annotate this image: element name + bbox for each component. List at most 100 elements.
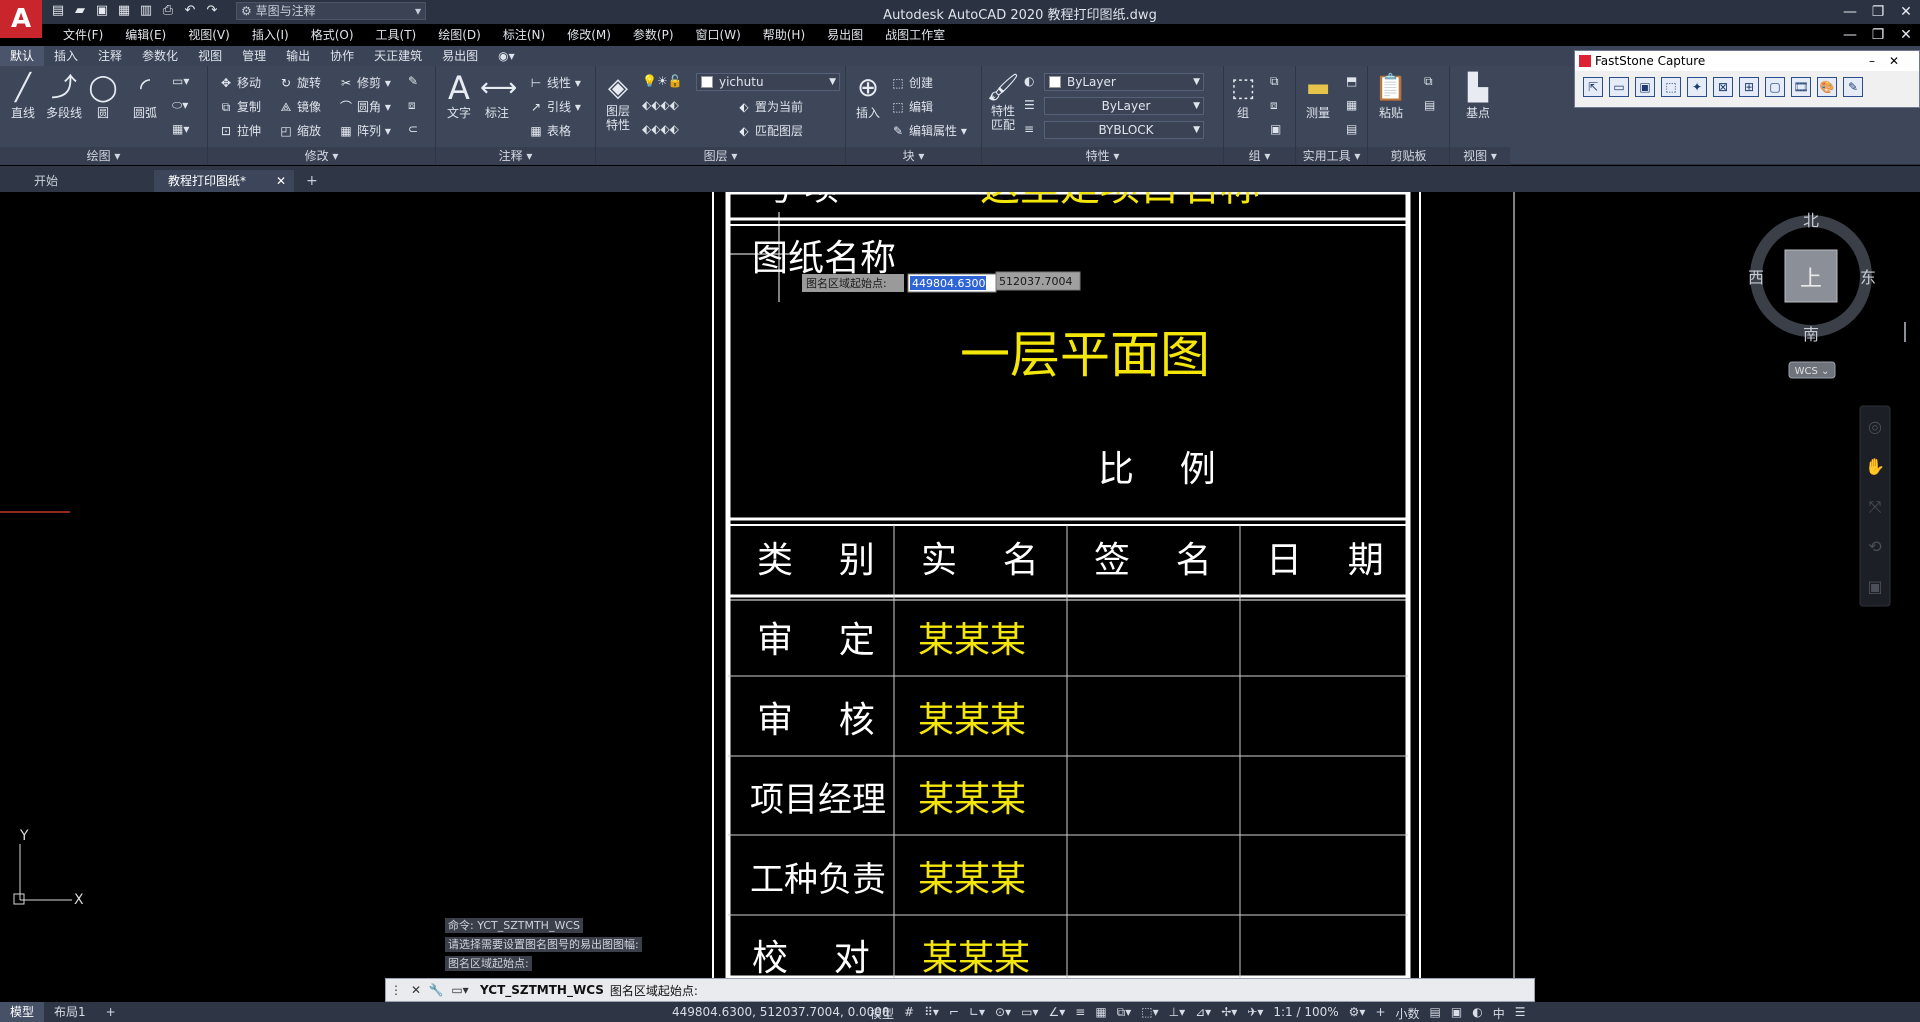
layer-tools-icons[interactable]: ⬖⬖⬖⬖ xyxy=(642,98,679,112)
layers-panel-title[interactable]: 图层 ▾ xyxy=(596,147,845,165)
capture-scrolling-icon[interactable]: ⊞ xyxy=(1739,77,1759,97)
gizmo-icon[interactable]: ✢▾ xyxy=(1221,1005,1237,1022)
lineweight-dropdown[interactable]: BYBLOCK ▼ xyxy=(1044,121,1204,139)
annotation-visibility-icon[interactable]: ✈▾ xyxy=(1247,1005,1263,1022)
polar-icon[interactable]: ⊙▾ xyxy=(995,1005,1011,1022)
match-layer-button[interactable]: ⬖ 匹配图层 xyxy=(736,122,803,139)
dimension-button[interactable]: ⟷ 标注 xyxy=(480,72,517,121)
close-button[interactable]: ✕ xyxy=(1892,0,1920,24)
menu-modify[interactable]: 修改(M) xyxy=(556,24,622,46)
leader-button[interactable]: ↗ 引线 ▾ xyxy=(528,98,581,115)
doc-restore-button[interactable]: ❐ xyxy=(1864,24,1892,46)
draw-panel-title[interactable]: 绘图 ▾ xyxy=(0,147,207,165)
units-label[interactable]: 小数 xyxy=(1396,1005,1420,1022)
copy-clip-icon[interactable]: ⧉ xyxy=(1424,74,1433,89)
video-icon[interactable]: ◉▾ xyxy=(488,46,525,66)
tab-start[interactable]: 开始 xyxy=(20,170,140,192)
3d-osnap-icon[interactable]: ⬚▾ xyxy=(1141,1005,1158,1022)
fillet-button[interactable]: ⌒ 圆角 ▾ xyxy=(338,98,391,115)
tab-collaborate[interactable]: 协作 xyxy=(320,46,364,66)
array-button[interactable]: ▦ 阵列 ▾ xyxy=(338,122,391,139)
groups-panel-title[interactable]: 组 ▾ xyxy=(1224,147,1295,165)
ellipse-icon[interactable]: ⬭▾ xyxy=(172,98,188,113)
customize-icon[interactable]: ☰ xyxy=(1515,1005,1526,1022)
menu-yichutu[interactable]: 易出图 xyxy=(816,24,874,46)
steering-wheel-icon[interactable]: ◎ xyxy=(1868,417,1882,436)
cut-icon[interactable]: ▤ xyxy=(1424,98,1435,112)
snap-icon[interactable]: ⠿▾ xyxy=(924,1005,939,1022)
new-tab-button[interactable]: + xyxy=(306,170,318,192)
move-button[interactable]: ✥ 移动 xyxy=(218,74,261,91)
maximize-button[interactable]: ❐ xyxy=(1864,0,1892,24)
command-prompt-icon[interactable]: ▭▾ xyxy=(446,983,474,997)
edit-block-button[interactable]: ⬚ 编辑 xyxy=(890,98,933,115)
mirror-button[interactable]: ⟁ 镜像 xyxy=(278,98,321,115)
explode-icon[interactable]: ⧈ xyxy=(408,98,416,113)
edit-attr-button[interactable]: ✎ 编辑属性 ▾ xyxy=(890,122,967,139)
insert-button[interactable]: ⊕ 插入 xyxy=(850,72,886,121)
orbit-icon[interactable]: ⟲ xyxy=(1868,537,1882,556)
pan-icon[interactable]: ✋ xyxy=(1865,457,1885,476)
group-button[interactable]: ⬚ 组 xyxy=(1228,72,1258,121)
block-panel-title[interactable]: 块 ▾ xyxy=(846,147,981,165)
trim-button[interactable]: ✂ 修剪 ▾ xyxy=(338,74,391,91)
capture-region-icon[interactable]: ⬚ xyxy=(1661,77,1681,97)
linear-button[interactable]: ⊢ 线性 ▾ xyxy=(528,74,581,91)
new-layout-button[interactable]: + xyxy=(96,1002,126,1022)
offset-icon[interactable]: ⊂ xyxy=(408,122,418,136)
capture-freehand-icon[interactable]: ✦ xyxy=(1687,77,1707,97)
tab-current-drawing[interactable]: 教程打印图纸* ✕ xyxy=(154,170,294,192)
stretch-button[interactable]: ⊡ 拉伸 xyxy=(218,122,261,139)
infer-icon[interactable]: ⌐ xyxy=(949,1005,959,1022)
tab-view[interactable]: 视图 xyxy=(188,46,232,66)
transparency-icon[interactable]: ▦ xyxy=(1095,1005,1106,1022)
command-line[interactable]: ⋮ ✕ 🔧 ▭▾ YCT_SZTMTH_WCS 图名区域起始点: xyxy=(385,978,1535,1002)
screen-record-icon[interactable]: 🎞 xyxy=(1791,77,1811,97)
osnap-icon[interactable]: ▭▾ xyxy=(1021,1005,1038,1022)
base-view-button[interactable]: ▙ 基点 xyxy=(1458,72,1498,121)
zoom-extents-icon[interactable]: ⤧ xyxy=(1869,497,1882,516)
compass-north[interactable]: 北 xyxy=(1803,211,1819,230)
app-logo[interactable]: A xyxy=(0,0,42,38)
color-wheel-icon[interactable]: ◐ xyxy=(1024,74,1034,88)
cursor-coordinates[interactable]: 449804.6300, 512037.7004, 0.0000 xyxy=(672,1002,890,1022)
menu-help[interactable]: 帮助(H) xyxy=(752,24,816,46)
selection-cycling-icon[interactable]: ⧉▾ xyxy=(1117,1005,1132,1022)
tab-default[interactable]: 默认 xyxy=(0,46,45,66)
menu-draw[interactable]: 绘图(D) xyxy=(427,24,492,46)
capture-object-icon[interactable]: ▣ xyxy=(1635,77,1655,97)
menu-insert[interactable]: 插入(I) xyxy=(241,24,300,46)
group-select-icon[interactable]: ▣ xyxy=(1270,122,1281,136)
plus-icon[interactable]: + xyxy=(1375,1005,1385,1022)
calc-icon[interactable]: ▦ xyxy=(1346,98,1357,112)
line-button[interactable]: ╱ 直线 xyxy=(8,72,38,121)
faststone-window-controls[interactable]: –✕ xyxy=(1869,51,1913,71)
measure-button[interactable]: ▬ 测量 xyxy=(1300,72,1336,121)
group-edit-icon[interactable]: ⧈ xyxy=(1270,98,1278,113)
tab-tangent[interactable]: 天正建筑 xyxy=(364,46,432,66)
tab-parametric[interactable]: 参数化 xyxy=(132,46,188,66)
copy-button[interactable]: ⧉ 复制 xyxy=(218,98,261,115)
showmotion-icon[interactable]: ▣ xyxy=(1867,577,1882,596)
annotation-panel-title[interactable]: 注释 ▾ xyxy=(436,147,595,165)
close-tab-icon[interactable]: ✕ xyxy=(276,170,286,192)
polyline-button[interactable]: ⤴ 多段线 xyxy=(42,72,86,121)
tab-yichutu[interactable]: 易出图 xyxy=(432,46,488,66)
workspace-gear-icon[interactable]: ⚙▾ xyxy=(1349,1005,1366,1022)
layer-tools-icons-2[interactable]: ⬖⬖⬖⬖ xyxy=(642,122,679,136)
quick-select-icon[interactable]: ⬒ xyxy=(1346,74,1357,88)
clipboard-panel-title[interactable]: 剪贴板 xyxy=(1368,147,1449,165)
color-picker-icon[interactable]: 🎨 xyxy=(1817,77,1837,97)
arc-button[interactable]: ◜ 圆弧 xyxy=(128,72,162,121)
layer-dropdown[interactable]: yichutu ▼ xyxy=(696,73,840,91)
close-icon[interactable]: ✕ xyxy=(406,983,426,997)
lock-ui-icon[interactable]: ▣ xyxy=(1451,1005,1462,1022)
compass-south[interactable]: 南 xyxy=(1803,325,1819,344)
linetype-dropdown[interactable]: ByLayer ▼ xyxy=(1044,97,1204,115)
tab-model[interactable]: 模型 xyxy=(0,1002,45,1022)
annotation-scale-label[interactable]: 1:1 / 100% xyxy=(1273,1005,1338,1022)
menu-window[interactable]: 窗口(W) xyxy=(685,24,752,46)
ime-label[interactable]: 中 xyxy=(1493,1005,1505,1022)
ungroup-icon[interactable]: ⧉ xyxy=(1270,74,1279,89)
rotate-button[interactable]: ↻ 旋转 xyxy=(278,74,321,91)
